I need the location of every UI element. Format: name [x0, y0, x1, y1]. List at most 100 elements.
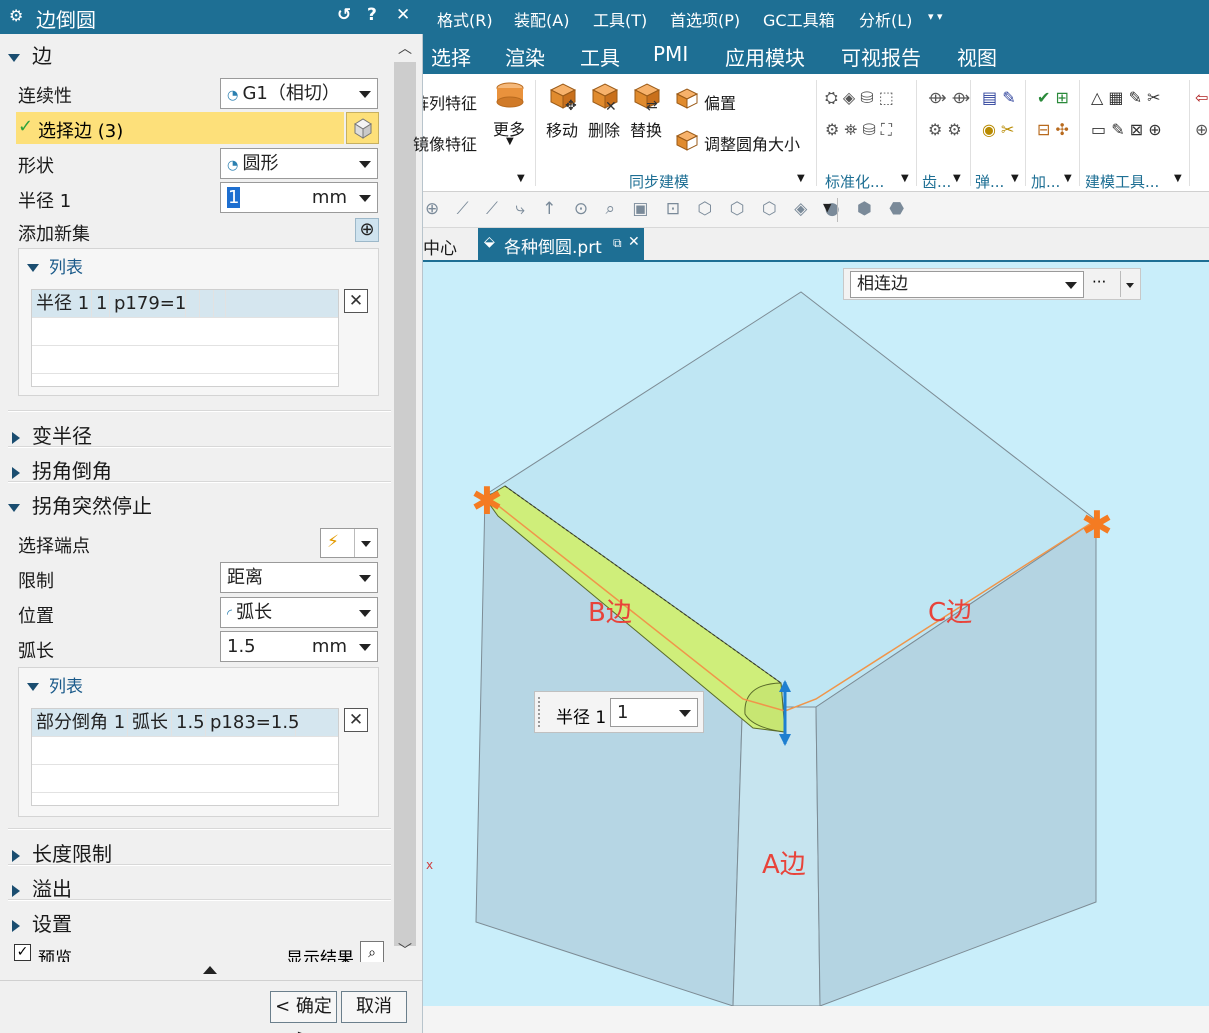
- radius-label: 半径 1: [18, 191, 72, 212]
- endpoint-select-button[interactable]: ⚡: [320, 528, 378, 558]
- drag-handle-icon[interactable]: [538, 697, 541, 727]
- gear-icon[interactable]: ⚙: [9, 6, 23, 25]
- menu-tools[interactable]: 工具(T): [593, 7, 647, 31]
- tab-render[interactable]: 渲染: [505, 42, 545, 71]
- ok-button[interactable]: < 确定 >: [270, 991, 337, 1033]
- standardize-tool-icons-2[interactable]: ⚙ ⛯ ⛁ ⛶: [825, 120, 892, 140]
- collapse-up-icon[interactable]: [203, 966, 217, 974]
- scrollbar-thumb[interactable]: [394, 62, 416, 946]
- group-dropdown-icon[interactable]: ▼: [797, 173, 805, 184]
- gear-tool-icons[interactable]: ⟴ ⟴: [928, 88, 970, 107]
- replace-button[interactable]: 替换: [630, 117, 662, 141]
- radius-onscreen-value: 1: [617, 702, 629, 723]
- scroll-down-icon[interactable]: ﹀: [398, 940, 412, 960]
- radius-input[interactable]: 1 mm: [220, 182, 378, 213]
- preview-checkbox[interactable]: ✓: [14, 944, 31, 961]
- section-settings[interactable]: 设置: [8, 908, 391, 937]
- section-length-limit[interactable]: 长度限制: [8, 838, 391, 867]
- section-corner-stop[interactable]: 拐角突然停止: [8, 490, 391, 519]
- menu-assembly[interactable]: 装配(A): [514, 7, 569, 31]
- graphics-viewport[interactable]: ✱ ✱ x B边 C边 A边 相连边 ··· 半径 1 1: [423, 262, 1209, 1006]
- select-edge-row[interactable]: ✓ 选择边 (3): [16, 112, 344, 144]
- toolbar-more-icon[interactable]: ▼: [823, 201, 831, 214]
- pin-icon[interactable]: ⧉: [613, 236, 622, 251]
- menu-overflow-icon[interactable]: ▾ ▾: [928, 10, 943, 23]
- add-tool-icons[interactable]: ✔ ⊞: [1037, 88, 1069, 107]
- build-tools-group-label[interactable]: 建模工具...: [1085, 171, 1159, 192]
- section-overflow[interactable]: 溢出: [8, 873, 391, 902]
- menu-format[interactable]: 格式(R): [437, 7, 493, 31]
- add-tool-icons-2[interactable]: ⊟ ✣: [1037, 120, 1069, 139]
- close-icon[interactable]: ✕: [396, 5, 410, 25]
- tab-tools[interactable]: 工具: [580, 42, 620, 71]
- radius-onscreen-field[interactable]: 1: [610, 698, 698, 727]
- sync-modeling-group-label[interactable]: 同步建模: [629, 171, 689, 192]
- standardize-group-label[interactable]: 标准化...: [825, 171, 884, 192]
- gear-tool-icons-2[interactable]: ⚙ ⚙: [928, 120, 962, 139]
- arc-length-input[interactable]: 1.5 mm: [220, 631, 378, 662]
- more-dropdown-icon[interactable]: ▼: [506, 136, 514, 147]
- group-dropdown-icon[interactable]: ▼: [953, 173, 961, 184]
- shape-select[interactable]: ◔ 圆形: [220, 148, 378, 179]
- tab-pmi[interactable]: PMI: [653, 42, 688, 66]
- menu-preferences[interactable]: 首选项(P): [670, 7, 740, 31]
- spring-group-label[interactable]: 弹...: [975, 171, 1004, 192]
- delete-row-icon[interactable]: ✕: [344, 289, 368, 313]
- menu-analysis[interactable]: 分析(L): [859, 7, 912, 31]
- section-corner-setback[interactable]: 拐角倒角: [8, 455, 391, 484]
- standardize-tool-icons[interactable]: ⛭ ◈ ⛁ ⬚: [825, 88, 894, 108]
- tab-part-active[interactable]: ⬙ 各种倒圆.prt ⧉ ✕: [478, 228, 644, 262]
- show-result-search-icon[interactable]: ⌕: [360, 941, 384, 962]
- close-tab-icon[interactable]: ✕: [628, 234, 640, 250]
- add-set-button[interactable]: ⊕: [355, 218, 379, 242]
- section-variable-radius[interactable]: 变半径: [8, 420, 391, 449]
- group-dropdown-icon[interactable]: ▼: [517, 173, 525, 184]
- menu-gc-toolbox[interactable]: GC工具箱: [763, 7, 835, 31]
- move-button[interactable]: 移动: [546, 117, 578, 141]
- build-tool-icons-2[interactable]: ▭ ✎ ⊠ ⊕: [1091, 120, 1162, 139]
- reset-icon[interactable]: ↺: [337, 5, 351, 25]
- cancel-button[interactable]: 取消: [341, 991, 407, 1023]
- group-dropdown-icon[interactable]: ▼: [1011, 173, 1019, 184]
- group-dropdown-icon[interactable]: ▼: [901, 173, 909, 184]
- tab-select[interactable]: 选择: [431, 42, 471, 71]
- help-icon[interactable]: ?: [367, 5, 377, 25]
- tab-home[interactable]: 中心: [423, 234, 457, 259]
- scroll-up-icon[interactable]: ︿: [398, 38, 412, 58]
- gear-group-label[interactable]: 齿...: [922, 171, 951, 192]
- more-tools-icon-2[interactable]: ⊕: [1195, 120, 1208, 139]
- select-edge-button[interactable]: [346, 112, 379, 144]
- divider: [8, 899, 391, 901]
- group-dropdown-icon[interactable]: ▼: [1174, 173, 1182, 184]
- build-tool-icons[interactable]: △ ▦ ✎ ✂: [1091, 88, 1161, 107]
- tab-application[interactable]: 应用模块: [725, 42, 805, 71]
- group-dropdown-icon[interactable]: ▼: [1064, 173, 1072, 184]
- resize-blend-button[interactable]: 调整圆角大小: [704, 131, 800, 155]
- table-row[interactable]: 半径 1 1 p179=1: [32, 290, 338, 318]
- position-select[interactable]: ◜ 弧长: [220, 597, 378, 628]
- mirror-feature-button[interactable]: 镜像特征: [413, 131, 477, 155]
- collapse-arrow-icon: [27, 264, 39, 272]
- dialog-scrollbar[interactable]: ︿: [393, 36, 418, 966]
- filter-more-button[interactable]: ···: [1092, 273, 1106, 291]
- continuity-select[interactable]: ◔ G1（相切）: [220, 78, 378, 109]
- delete-button[interactable]: 删除: [588, 117, 620, 141]
- list-header-1[interactable]: 列表: [27, 253, 83, 278]
- list-header-2[interactable]: 列表: [27, 672, 83, 697]
- tab-view[interactable]: 视图: [957, 42, 997, 71]
- more-tools-icon[interactable]: ⇦: [1195, 88, 1208, 107]
- table-row[interactable]: 部分倒角 1 弧长 1.5 p183=1.5: [32, 709, 338, 737]
- offset-button[interactable]: 偏置: [704, 90, 736, 114]
- selection-filter-select[interactable]: 相连边: [850, 271, 1084, 298]
- array-feature-button[interactable]: 阵列特征: [423, 90, 477, 114]
- limit-select[interactable]: 距离: [220, 562, 378, 593]
- table-cell: [200, 290, 214, 318]
- table-cell: 半径 1: [32, 290, 92, 318]
- tab-visual-report[interactable]: 可视报告: [841, 42, 921, 71]
- section-edge[interactable]: 边: [8, 40, 391, 69]
- delete-row-icon[interactable]: ✕: [344, 708, 368, 732]
- spring-tool-icons-2[interactable]: ◉ ✂: [982, 120, 1014, 139]
- spring-tool-icons[interactable]: ▤ ✎: [982, 88, 1016, 107]
- add-group-label[interactable]: 加...: [1031, 171, 1060, 192]
- chevron-down-icon[interactable]: [1126, 283, 1134, 288]
